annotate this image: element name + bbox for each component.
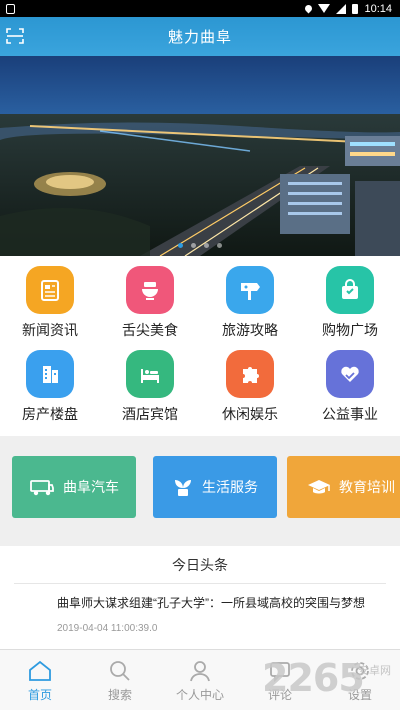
home-icon [29, 660, 51, 681]
car-icon [30, 480, 54, 496]
category-grid: 新闻资讯 舌尖美食 旅游攻略 购物广场 房产楼盘 酒店宾馆 休闲娱乐 公益事业 [0, 256, 400, 436]
graduation-cap-icon [308, 480, 330, 494]
carousel-dot[interactable] [191, 243, 196, 248]
carousel-dot[interactable] [204, 243, 209, 248]
tab-comments[interactable]: 评论 [240, 650, 320, 710]
news-timestamp: 2019-04-04 11:00:39.0 [57, 623, 158, 634]
comment-icon [270, 662, 290, 682]
bottom-tab-bar: 首页 搜索 个人中心 评论 设置 [0, 649, 400, 710]
service-life-button[interactable]: 生活服务 [153, 456, 277, 518]
hotel-bed-icon [126, 350, 174, 398]
category-label: 酒店宾馆 [122, 406, 178, 422]
user-icon [190, 661, 210, 682]
service-label: 教育培训 [339, 479, 395, 495]
tab-profile[interactable]: 个人中心 [160, 650, 240, 710]
page-title: 魅力曲阜 [167, 29, 232, 46]
plant-icon [175, 480, 191, 496]
carousel-dots [0, 243, 400, 248]
tab-home[interactable]: 首页 [0, 650, 80, 710]
news-title: 曲阜师大谋求组建“孔子大学”：一所县域高校的突围与梦想 [57, 596, 365, 610]
headline-news-section: 今日头条 曲阜师大谋求组建“孔子大学”：一所县域高校的突围与梦想 2019-04… [0, 546, 400, 649]
category-leisure[interactable]: 休闲娱乐 [200, 350, 300, 434]
status-bar: 10:14 [0, 0, 400, 17]
signpost-icon [226, 266, 274, 314]
tab-label: 个人中心 [175, 688, 224, 702]
tab-label: 首页 [27, 688, 52, 702]
carousel-dot[interactable] [217, 243, 222, 248]
category-label: 新闻资讯 [22, 322, 78, 338]
service-education-button[interactable]: 教育培训 [287, 456, 400, 518]
location-icon [304, 3, 314, 14]
heart-hands-icon [326, 350, 374, 398]
wifi-icon [318, 4, 331, 13]
tab-label: 设置 [347, 688, 372, 702]
category-travel[interactable]: 旅游攻略 [200, 266, 300, 350]
category-charity[interactable]: 公益事业 [300, 350, 400, 434]
status-time: 10:14 [364, 2, 392, 15]
category-label: 购物广场 [322, 322, 378, 338]
news-item[interactable]: 曲阜师大谋求组建“孔子大学”：一所县域高校的突围与梦想 2019-04-04 1… [0, 584, 400, 634]
signal-icon [336, 3, 347, 14]
service-label: 曲阜汽车 [63, 479, 119, 495]
app-notification-icon [6, 3, 15, 14]
category-news[interactable]: 新闻资讯 [0, 266, 100, 350]
category-label: 舌尖美食 [122, 322, 178, 338]
category-label: 房产楼盘 [22, 406, 78, 422]
category-realestate[interactable]: 房产楼盘 [0, 350, 100, 434]
food-bowl-icon [126, 266, 174, 314]
building-icon [26, 350, 74, 398]
category-label: 公益事业 [322, 406, 378, 422]
category-food[interactable]: 舌尖美食 [100, 266, 200, 350]
service-cards: 曲阜汽车 生活服务 教育培训 [0, 436, 400, 546]
tab-label: 搜索 [107, 688, 132, 702]
scan-icon[interactable] [6, 27, 24, 45]
category-shopping[interactable]: 购物广场 [300, 266, 400, 350]
service-label: 生活服务 [202, 479, 258, 495]
battery-icon [352, 3, 359, 14]
service-auto-button[interactable]: 曲阜汽车 [12, 456, 136, 518]
app-header: 魅力曲阜 [0, 17, 400, 56]
tab-search[interactable]: 搜索 [80, 650, 160, 710]
banner-image [0, 56, 400, 256]
category-hotel[interactable]: 酒店宾馆 [100, 350, 200, 434]
newspaper-icon [26, 266, 74, 314]
carousel-dot[interactable] [178, 243, 183, 248]
category-label: 旅游攻略 [222, 322, 278, 338]
section-title: 今日头条 [14, 546, 386, 584]
category-label: 休闲娱乐 [222, 406, 278, 422]
search-icon [110, 661, 130, 681]
banner-carousel[interactable] [0, 56, 400, 256]
settings-icon [351, 662, 369, 680]
shopping-bag-icon [326, 266, 374, 314]
tab-label: 评论 [267, 688, 292, 702]
tab-settings[interactable]: 设置 [320, 650, 400, 710]
puzzle-icon [226, 350, 274, 398]
